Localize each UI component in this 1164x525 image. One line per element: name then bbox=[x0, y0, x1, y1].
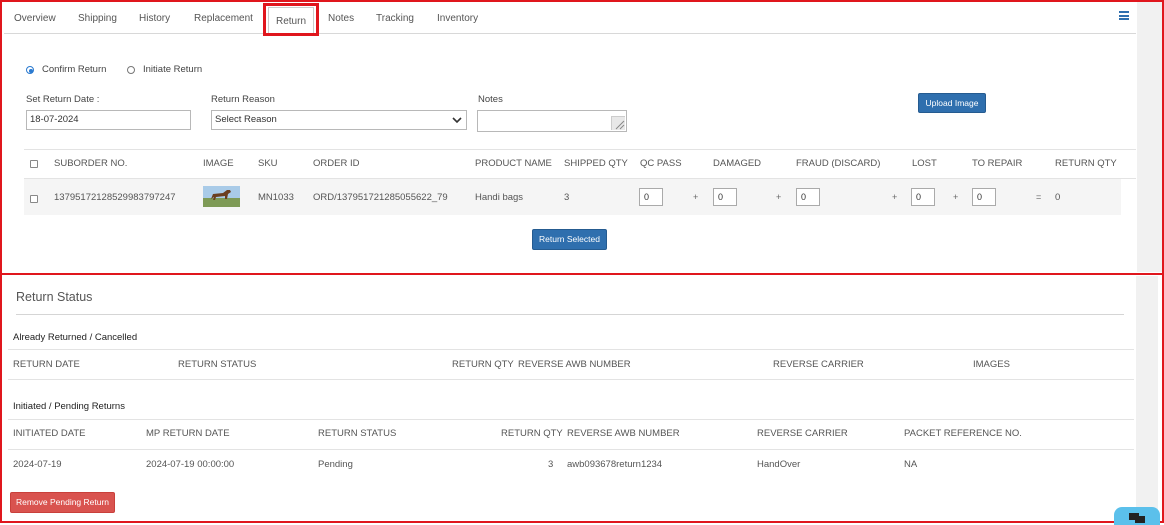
scrollbar-top[interactable] bbox=[1137, 2, 1162, 272]
damaged-input[interactable]: 0 bbox=[713, 188, 737, 206]
tab-replacement[interactable]: Replacement bbox=[194, 13, 253, 24]
return-reason-select[interactable]: Select Reason bbox=[211, 110, 467, 130]
cell-product-name: Handi bags bbox=[475, 192, 524, 203]
tab-inventory[interactable]: Inventory bbox=[437, 13, 478, 24]
pending-header-divider bbox=[8, 449, 1134, 450]
returned-header-divider bbox=[8, 379, 1134, 380]
chat-widget-button[interactable] bbox=[1114, 507, 1160, 525]
header-return-status: RETURN STATUS bbox=[178, 359, 257, 370]
cell-order-id: ORD/137951721285055622_79 bbox=[313, 192, 448, 203]
header-lost: LOST bbox=[912, 158, 937, 169]
fraud-input[interactable]: 0 bbox=[796, 188, 820, 206]
tab-notes[interactable]: Notes bbox=[328, 13, 354, 24]
header-packet-reference: PACKET REFERENCE NO. bbox=[904, 428, 1022, 439]
header-return-qty: RETURN QTY bbox=[1055, 158, 1117, 169]
to-repair-input[interactable]: 0 bbox=[972, 188, 996, 206]
tab-tracking[interactable]: Tracking bbox=[376, 13, 414, 24]
pending-packet-reference: NA bbox=[904, 459, 918, 470]
remove-pending-return-button[interactable]: Remove Pending Return bbox=[10, 492, 115, 513]
chevron-down-icon bbox=[452, 117, 462, 124]
header-pending-return-status: RETURN STATUS bbox=[318, 428, 397, 439]
equals-sign: = bbox=[1036, 192, 1042, 202]
confirm-return-radio[interactable] bbox=[26, 66, 34, 74]
return-date-input[interactable]: 18-07-2024 bbox=[26, 110, 191, 130]
returned-divider bbox=[8, 349, 1134, 350]
plus-sign: + bbox=[892, 192, 898, 202]
return-status-title: Return Status bbox=[16, 290, 93, 304]
confirm-return-label: Confirm Return bbox=[42, 64, 107, 75]
pending-return-qty: 3 bbox=[548, 459, 554, 470]
tab-shipping[interactable]: Shipping bbox=[78, 13, 117, 24]
pending-mp-return-date: 2024-07-19 00:00:00 bbox=[146, 459, 235, 470]
table-top-border bbox=[24, 149, 1136, 150]
header-images: IMAGES bbox=[973, 359, 1010, 370]
plus-sign: + bbox=[776, 192, 782, 202]
header-return-date: RETURN DATE bbox=[13, 359, 80, 370]
resize-handle-icon bbox=[611, 116, 625, 130]
tab-underline bbox=[4, 33, 1136, 34]
header-return-qty: RETURN QTY bbox=[452, 359, 514, 370]
chat-icon bbox=[1129, 513, 1145, 523]
cell-return-qty: 0 bbox=[1055, 192, 1061, 203]
tab-overview[interactable]: Overview bbox=[14, 13, 56, 24]
tab-history[interactable]: History bbox=[139, 13, 170, 24]
header-reverse-carrier: REVERSE CARRIER bbox=[773, 359, 864, 370]
notes-label: Notes bbox=[478, 94, 503, 105]
cell-sku: MN1033 bbox=[258, 192, 294, 203]
upload-image-button[interactable]: Upload Image bbox=[918, 93, 986, 113]
header-qc-pass: QC PASS bbox=[640, 158, 682, 169]
returned-section-title: Already Returned / Cancelled bbox=[13, 332, 138, 343]
initiate-return-radio[interactable] bbox=[127, 66, 135, 74]
tab-return[interactable]: Return bbox=[263, 3, 319, 36]
header-pending-reverse-carrier: REVERSE CARRIER bbox=[757, 428, 848, 439]
return-reason-value: Select Reason bbox=[215, 114, 277, 125]
return-date-label: Set Return Date : bbox=[26, 94, 100, 105]
header-suborder: SUBORDER NO. bbox=[54, 158, 128, 169]
status-title-divider bbox=[16, 314, 1124, 315]
header-product-name: PRODUCT NAME bbox=[475, 158, 552, 169]
header-to-repair: TO REPAIR bbox=[972, 158, 1023, 169]
header-mp-return-date: MP RETURN DATE bbox=[146, 428, 230, 439]
highlight-box-bottom bbox=[0, 273, 1164, 523]
header-order-id: ORDER ID bbox=[313, 158, 360, 169]
header-sku: SKU bbox=[258, 158, 278, 169]
return-reason-label: Return Reason bbox=[211, 94, 275, 105]
header-reverse-awb: REVERSE AWB NUMBER bbox=[518, 359, 631, 370]
header-pending-reverse-awb: REVERSE AWB NUMBER bbox=[567, 428, 680, 439]
pending-initiated-date: 2024-07-19 bbox=[13, 459, 62, 470]
pending-reverse-carrier: HandOver bbox=[757, 459, 801, 470]
row-checkbox[interactable] bbox=[30, 195, 38, 203]
header-pending-return-qty: RETURN QTY bbox=[501, 428, 563, 439]
header-shipped-qty: SHIPPED QTY bbox=[564, 158, 628, 169]
cell-shipped-qty: 3 bbox=[564, 192, 570, 203]
menu-icon[interactable] bbox=[1119, 11, 1129, 20]
cell-suborder: 13795172128529983797247 bbox=[54, 192, 176, 203]
header-fraud: FRAUD (DISCARD) bbox=[796, 158, 881, 169]
product-image bbox=[203, 186, 240, 207]
qc-pass-input[interactable]: 0 bbox=[639, 188, 663, 206]
notes-textarea[interactable] bbox=[477, 110, 627, 132]
return-selected-button[interactable]: Return Selected bbox=[532, 229, 607, 250]
pending-reverse-awb: awb093678return1234 bbox=[567, 459, 663, 470]
lost-input[interactable]: 0 bbox=[911, 188, 935, 206]
pending-return-status: Pending bbox=[318, 459, 353, 470]
initiate-return-label: Initiate Return bbox=[143, 64, 203, 75]
header-damaged: DAMAGED bbox=[713, 158, 762, 169]
select-all-checkbox[interactable] bbox=[30, 160, 38, 168]
plus-sign: + bbox=[953, 192, 959, 202]
pending-section-title: Initiated / Pending Returns bbox=[13, 401, 125, 412]
header-image: IMAGE bbox=[203, 158, 234, 169]
plus-sign: + bbox=[693, 192, 699, 202]
tab-return-label: Return bbox=[268, 7, 314, 33]
pending-divider bbox=[8, 419, 1134, 420]
header-initiated-date: INITIATED DATE bbox=[13, 428, 86, 439]
scrollbar-bottom[interactable] bbox=[1136, 276, 1158, 520]
